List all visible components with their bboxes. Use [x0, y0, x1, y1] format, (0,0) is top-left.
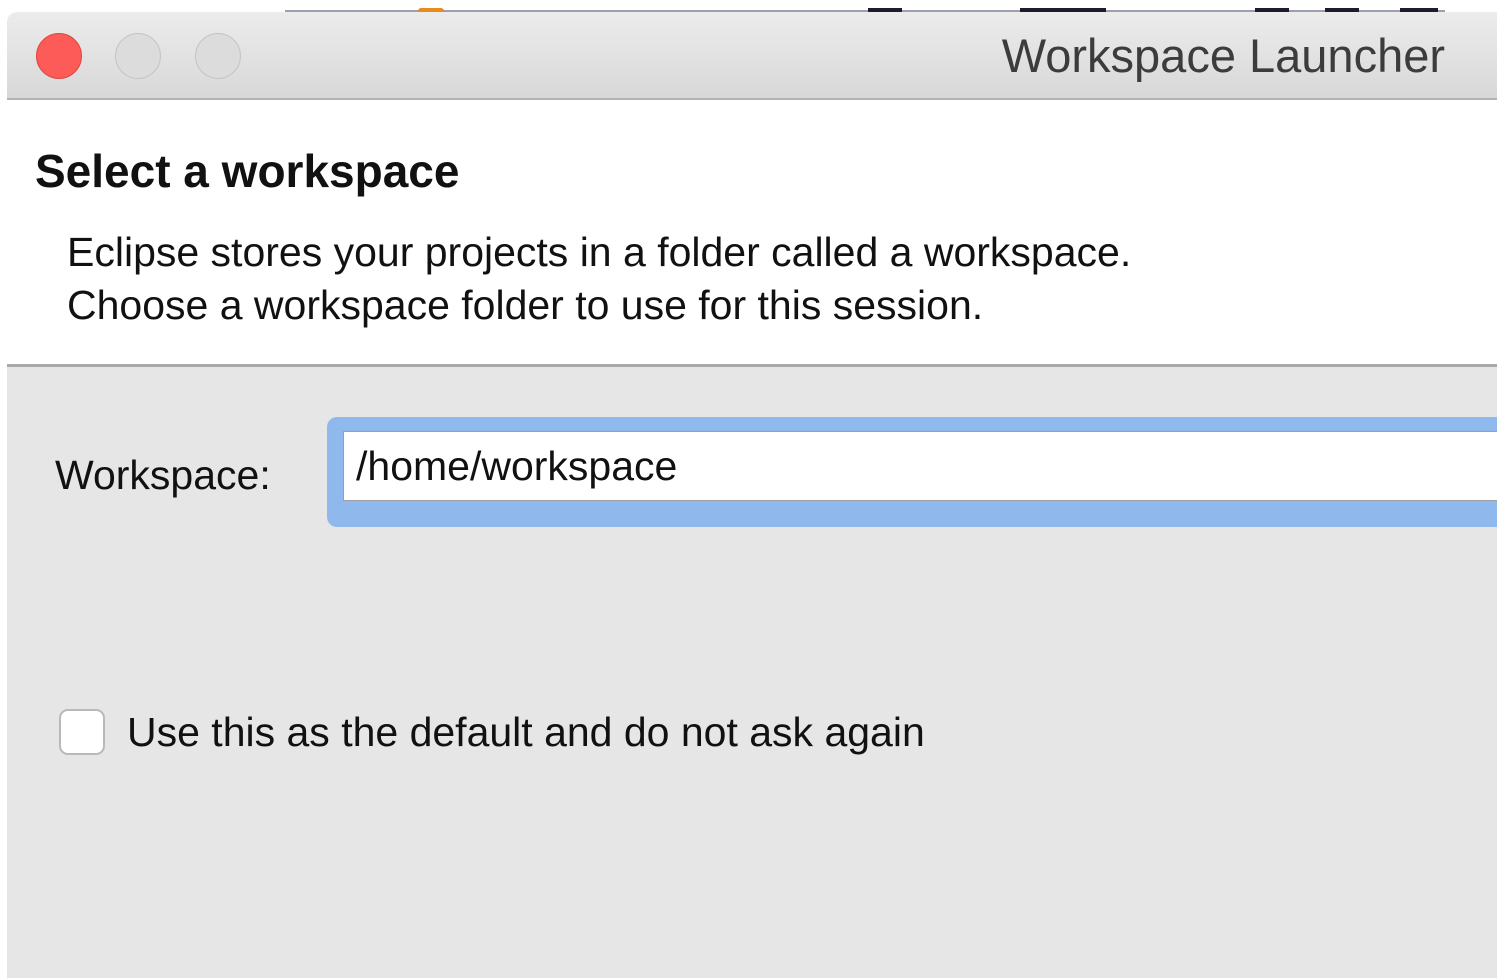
default-workspace-checkbox-label[interactable]: Use this as the default and do not ask a…: [127, 707, 925, 757]
workspace-launcher-dialog: Workspace Launcher Select a workspace Ec…: [7, 12, 1497, 978]
dialog-header: Select a workspace Eclipse stores your p…: [7, 100, 1497, 364]
workspace-label: Workspace:: [55, 452, 271, 498]
title-bar[interactable]: Workspace Launcher: [7, 12, 1497, 100]
minimize-window-button[interactable]: [115, 33, 161, 79]
description-line: Eclipse stores your projects in a folder…: [67, 229, 1132, 275]
close-window-button[interactable]: [36, 33, 82, 79]
window-title: Workspace Launcher: [1001, 29, 1445, 82]
zoom-window-button[interactable]: [195, 33, 241, 79]
workspace-path-input[interactable]: [343, 431, 1497, 501]
default-workspace-checkbox[interactable]: [59, 709, 105, 755]
dialog-heading: Select a workspace: [35, 145, 460, 197]
dialog-description: Eclipse stores your projects in a folder…: [67, 226, 1131, 332]
dialog-body: Workspace: Use this as the default and d…: [7, 367, 1497, 978]
description-line: Choose a workspace folder to use for thi…: [67, 282, 984, 328]
